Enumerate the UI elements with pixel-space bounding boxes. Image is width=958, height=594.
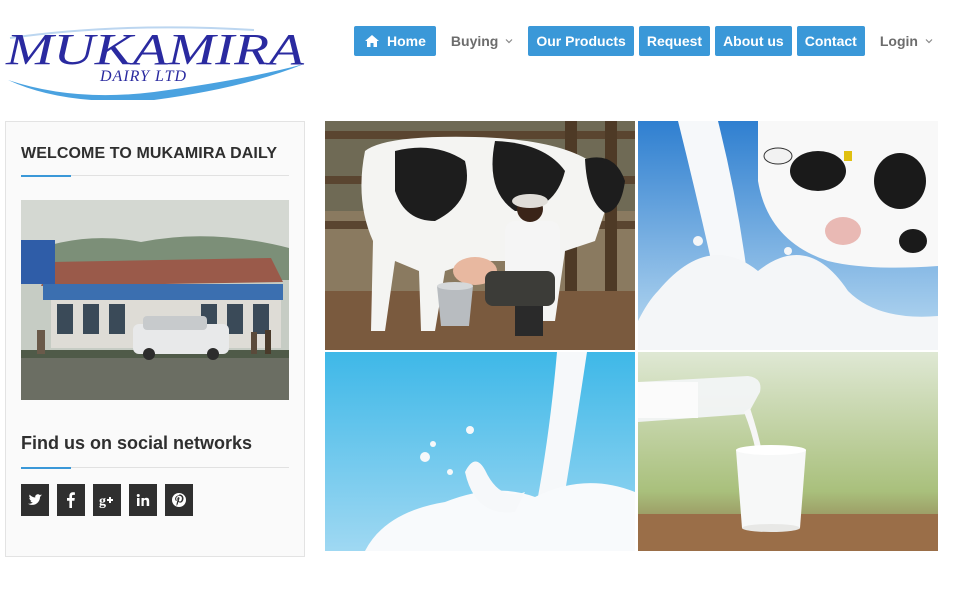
nav-contact[interactable]: Contact xyxy=(796,26,865,56)
nav-request-label: Request xyxy=(646,33,703,49)
social-heading: Find us on social networks xyxy=(21,433,253,453)
facebook-icon[interactable] xyxy=(57,484,85,516)
social-divider xyxy=(21,467,289,469)
milk-pour-splash-photo xyxy=(325,352,635,551)
social-links: g xyxy=(21,484,201,516)
twitter-icon[interactable] xyxy=(21,484,49,516)
dairy-building-photo xyxy=(21,200,289,400)
nav-login[interactable]: Login xyxy=(870,26,943,56)
nav-buying-label: Buying xyxy=(450,33,499,49)
nav-request[interactable]: Request xyxy=(638,26,711,56)
home-icon xyxy=(365,35,379,47)
nav-our-products-label: Our Products xyxy=(536,33,626,49)
svg-text:g: g xyxy=(99,494,106,509)
nav-contact-label: Contact xyxy=(804,33,857,49)
sidebar-panel: WELCOME TO MUKAMIRA DAILY Find us on soc… xyxy=(5,121,305,557)
company-logo[interactable]: MUKAMIRA DAIRY LTD xyxy=(4,18,308,100)
man-milking-cow-photo xyxy=(325,121,635,350)
linkedin-icon[interactable] xyxy=(129,484,157,516)
main-navigation: Home Buying Our Products Request About u… xyxy=(354,26,948,56)
nav-about-us[interactable]: About us xyxy=(715,26,792,56)
heading-divider xyxy=(21,175,289,177)
cow-with-milk-splash-photo xyxy=(638,121,938,350)
nav-home-label: Home xyxy=(387,33,426,49)
nav-login-label: Login xyxy=(879,33,918,49)
welcome-heading: WELCOME TO MUKAMIRA DAILY xyxy=(21,145,278,162)
nav-home[interactable]: Home xyxy=(354,26,436,56)
chevron-down-icon xyxy=(925,39,933,44)
milk-bottle-pouring-glass-photo xyxy=(638,352,938,551)
logo-main-text: MUKAMIRA xyxy=(5,25,306,74)
nav-our-products[interactable]: Our Products xyxy=(528,26,634,56)
google-plus-icon[interactable]: g xyxy=(93,484,121,516)
photo-gallery xyxy=(325,121,938,551)
pinterest-icon[interactable] xyxy=(165,484,193,516)
logo-sub-text: DAIRY LTD xyxy=(99,68,187,85)
nav-buying[interactable]: Buying xyxy=(441,26,523,56)
chevron-down-icon xyxy=(505,39,513,44)
nav-about-us-label: About us xyxy=(723,33,784,49)
